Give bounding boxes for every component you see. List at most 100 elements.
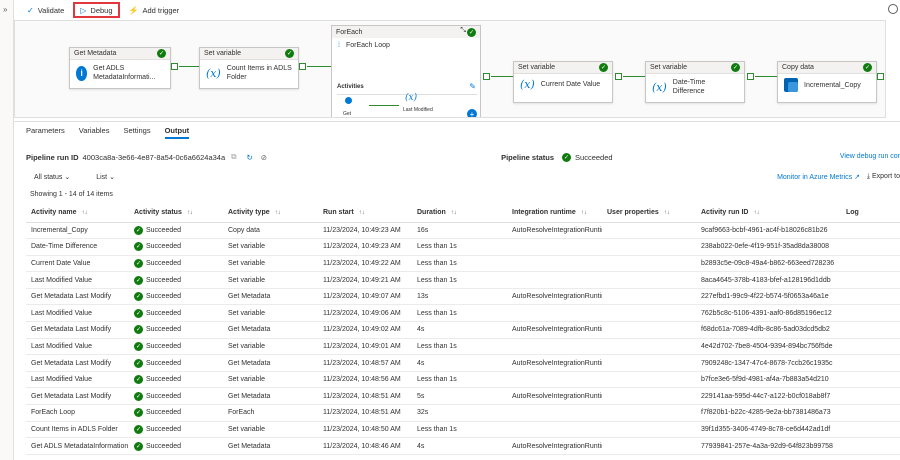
download-icon: ⤓ — [866, 173, 871, 180]
view-dropdown[interactable]: List ⌄ — [96, 173, 115, 181]
side-collapse-bar[interactable]: » — [0, 0, 14, 460]
success-check-icon: ✓ — [285, 49, 294, 58]
column-header[interactable]: Log — [841, 203, 900, 223]
sort-icon[interactable]: ↑↓ — [753, 210, 759, 216]
connector-line — [307, 66, 331, 67]
table-row[interactable]: Get Metadata Last Modify ✓ Succeeded Get Me… — [26, 321, 900, 339]
column-header[interactable]: Integration runtime ↑↓ — [507, 203, 602, 223]
column-header[interactable]: Activity type ↑↓ — [223, 203, 318, 223]
sort-icon[interactable]: ↑↓ — [82, 210, 88, 216]
integration-runtime-cell — [507, 238, 602, 256]
activity-foreach[interactable]: ForEach ✓ ⁞ ForEach Loop Activities ✎ Get … — [331, 25, 481, 117]
table-row[interactable]: Get ADLS MetadataInformation ✓ Succeeded Ge… — [26, 437, 900, 455]
toolbar: ✓ Validate ▷ Debug ⚡ Add trigger — [14, 0, 900, 20]
activity-name-cell: Last Modified Value — [26, 271, 129, 289]
table-row[interactable]: ForEach Loop ✓ Succeeded ForEach 11/23/2024,… — [26, 404, 900, 422]
sort-icon[interactable]: ↑↓ — [359, 210, 365, 216]
column-header[interactable]: Activity run ID ↑↓ — [696, 203, 841, 223]
column-header[interactable]: Duration ↑↓ — [412, 203, 507, 223]
column-header[interactable]: User properties ↑↓ — [602, 203, 696, 223]
monitor-azure-metrics-link[interactable]: Monitor in Azure Metrics ↗ — [777, 173, 860, 181]
activity-date-time-difference[interactable]: Set variable ✓ (x) Date-Time Difference — [645, 61, 745, 103]
user-properties-cell — [602, 222, 696, 240]
user-properties-cell — [602, 354, 696, 372]
column-header[interactable]: Run start ↑↓ — [318, 203, 412, 223]
table-row[interactable]: Current Date Value ✓ Succeeded Set variable… — [26, 255, 900, 273]
table-row[interactable]: Last Modified Value ✓ Succeeded Set variabl… — [26, 271, 900, 289]
integration-runtime-cell: AutoResolveIntegrationRuntin — [507, 437, 602, 455]
cancel-icon[interactable]: ⊘ — [261, 153, 267, 162]
tab-settings[interactable]: Settings — [123, 126, 150, 139]
activity-run-id-cell: f7f820b1-b22c-4285-9e2a-bb7381486a73 — [696, 404, 841, 422]
export-button[interactable]: ⤓ Export to — [867, 173, 900, 181]
connector-line — [491, 76, 513, 77]
sort-icon[interactable]: ↑↓ — [187, 210, 193, 216]
table-row[interactable]: Date-Time Difference ✓ Succeeded Set variab… — [26, 238, 900, 256]
activity-get-metadata[interactable]: Get Metadata ✓ i Get ADLS MetadataInformat… — [69, 47, 171, 89]
column-header[interactable]: Activity status ↑↓ — [129, 203, 223, 223]
add-activity-icon[interactable]: + — [467, 109, 477, 117]
table-row[interactable]: Last Modified Value ✓ Succeeded Set variabl… — [26, 338, 900, 356]
activity-copy-data[interactable]: Copy data ✓ Incremental_Copy — [777, 61, 877, 103]
tab-variables[interactable]: Variables — [79, 126, 110, 139]
activity-type-cell: Copy data — [223, 222, 318, 240]
expand-chevron-icon[interactable]: » — [3, 5, 7, 14]
table-row[interactable]: Get Metadata Last Modify ✓ Succeeded Get Me… — [26, 288, 900, 306]
pipeline-canvas[interactable]: Get Metadata ✓ i Get ADLS MetadataInformat… — [14, 20, 886, 118]
copy-icon[interactable]: ⧉ — [231, 152, 236, 162]
connector-handle[interactable] — [171, 63, 178, 70]
edit-pencil-icon[interactable]: ✎ — [469, 82, 476, 91]
activity-current-date[interactable]: Set variable ✓ (x) Current Date Value — [513, 61, 613, 103]
refresh-icon[interactable]: ↻ — [247, 153, 253, 162]
connector-handle[interactable] — [483, 73, 490, 80]
user-properties-cell — [602, 271, 696, 289]
table-row[interactable]: Last Modified Value ✓ Succeeded Set variabl… — [26, 304, 900, 323]
connector-handle[interactable] — [747, 73, 754, 80]
success-check-icon: ✓ — [134, 292, 143, 302]
table-row[interactable]: Get Metadata Last Modify ✓ Succeeded Get Me… — [26, 387, 900, 406]
status-wrapper: ✓ Succeeded — [134, 358, 182, 368]
activity-name-cell: Get Metadata Last Modify — [26, 321, 129, 339]
activity-status-cell: ✓ Succeeded — [129, 387, 223, 406]
sort-icon[interactable]: ↑↓ — [664, 210, 670, 216]
status-wrapper: ✓ Succeeded — [134, 292, 182, 302]
duration-cell: Less than 1s — [412, 338, 507, 356]
activity-status-cell: ✓ Succeeded — [129, 222, 223, 240]
collapse-icon[interactable]: ⤡ — [460, 27, 466, 35]
tab-output[interactable]: Output — [164, 126, 190, 139]
activity-count-items[interactable]: Set variable ✓ (x) Count Items in ADLS Fol… — [199, 47, 299, 89]
integration-runtime-cell: AutoResolveIntegrationRuntin — [507, 321, 602, 339]
add-trigger-button[interactable]: ⚡ Add trigger — [124, 2, 185, 18]
table-row[interactable]: Count Items in ADLS Folder ✓ Succeeded Set … — [26, 421, 900, 439]
run-start-cell: 11/23/2024, 10:48:57 AM — [318, 354, 412, 372]
activity-name-cell: Last Modified Value — [26, 304, 129, 323]
run-start-cell: 11/23/2024, 10:49:21 AM — [318, 271, 412, 289]
debug-button[interactable]: ▷ Debug — [73, 2, 120, 18]
table-row[interactable]: Get Metadata Last Modify ✓ Succeeded Get Me… — [26, 354, 900, 372]
connector-handle[interactable] — [877, 73, 884, 80]
validate-button[interactable]: ✓ Validate — [22, 2, 69, 18]
success-check-icon: ✓ — [134, 408, 143, 418]
table-row[interactable]: Last Modified Value ✓ Succeeded Set variabl… — [26, 371, 900, 389]
items-count: Showing 1 - 14 of 14 items — [30, 191, 113, 198]
activity-run-id-cell: 7909248c-1347-47c4-8678-7ccb26c1935c — [696, 354, 841, 372]
duration-cell: 4s — [412, 354, 507, 372]
activity-name-cell: ForEach Loop — [26, 404, 129, 422]
inner-activity-icon — [345, 97, 352, 104]
sort-icon[interactable]: ↑↓ — [451, 210, 457, 216]
run-start-cell: 11/23/2024, 10:49:06 AM — [318, 304, 412, 323]
activity-type-cell: Get Metadata — [223, 321, 318, 339]
column-header[interactable]: Activity name ↑↓ — [26, 203, 129, 223]
status-filter-dropdown[interactable]: All status ⌄ — [34, 173, 70, 181]
info-icon[interactable] — [888, 4, 898, 14]
tab-parameters[interactable]: Parameters — [26, 126, 65, 139]
view-debug-run-link[interactable]: View debug run cor — [840, 153, 900, 160]
integration-runtime-cell: AutoResolveIntegrationRuntin — [507, 387, 602, 406]
connector-handle[interactable] — [299, 63, 306, 70]
sort-icon[interactable]: ↑↓ — [275, 210, 281, 216]
connector-handle[interactable] — [615, 73, 622, 80]
table-row[interactable]: Incremental_Copy ✓ Succeeded Copy data 11/23… — [26, 222, 900, 240]
checkmark-icon: ✓ — [27, 5, 34, 15]
run-start-cell: 11/23/2024, 10:48:56 AM — [318, 371, 412, 389]
sort-icon[interactable]: ↑↓ — [581, 210, 587, 216]
